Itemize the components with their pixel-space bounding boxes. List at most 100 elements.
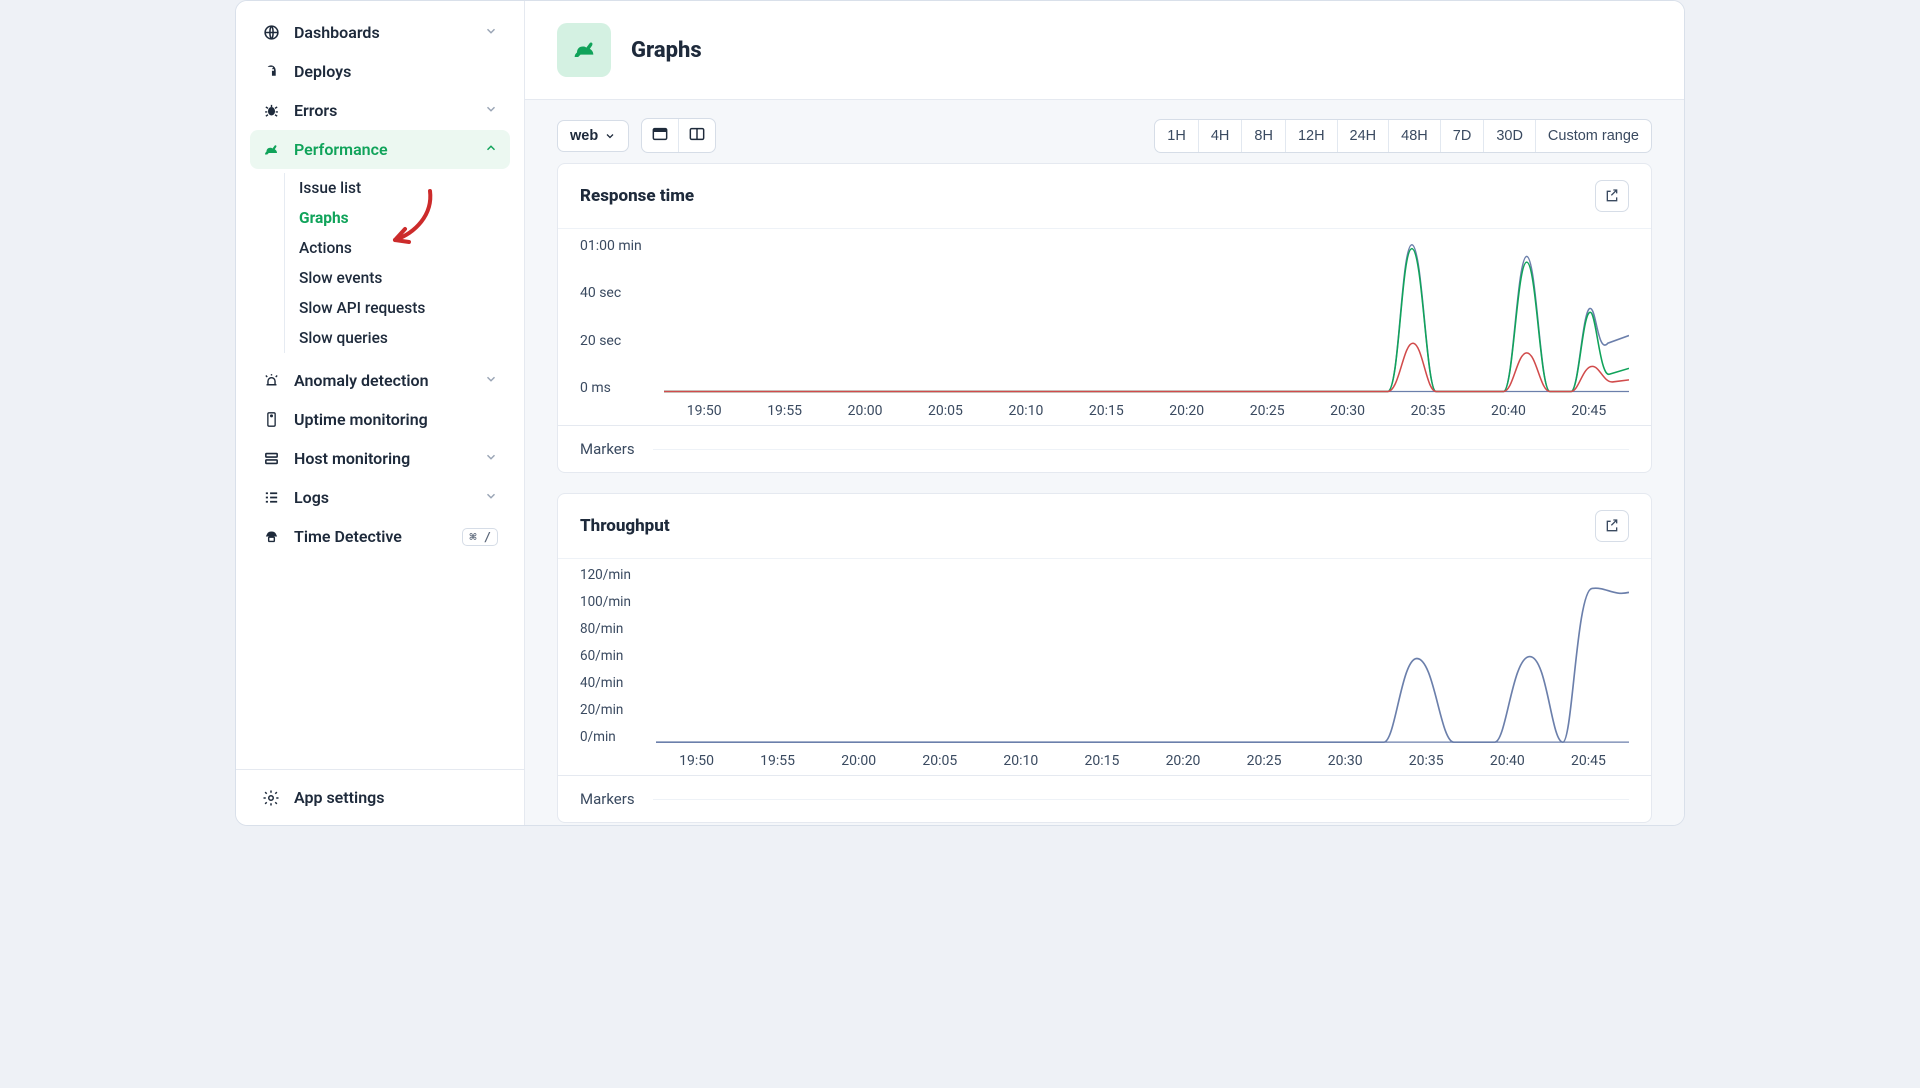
card-title: Response time — [580, 186, 694, 206]
subitem-slow-queries[interactable]: Slow queries — [299, 323, 510, 353]
toolbar: web 1H 4H 8H 12H 24H 48H 7D 30D C — [525, 100, 1684, 163]
sidebar-item-deploys[interactable]: Deploys — [250, 52, 510, 91]
globe-icon — [262, 24, 280, 41]
chevron-down-icon — [484, 101, 498, 120]
sidebar-item-app-settings[interactable]: App settings — [236, 769, 524, 825]
y-tick: 100/min — [580, 596, 656, 610]
chevron-down-icon — [484, 488, 498, 507]
markers-label: Markers — [580, 440, 635, 458]
sidebar-item-time-detective[interactable]: Time Detective ⌘ / — [250, 517, 510, 556]
chevron-down-icon — [484, 371, 498, 390]
sidebar-item-uptime-monitoring[interactable]: Uptime monitoring — [250, 400, 510, 439]
x-axis: 19:50 19:55 20:00 20:05 20:10 20:15 20:2… — [580, 403, 1629, 419]
y-tick: 0 ms — [580, 381, 664, 395]
x-tick: 20:30 — [1307, 403, 1387, 419]
chart-body: 120/min 100/min 80/min 60/min 40/min 20/… — [558, 559, 1651, 775]
sidebar-item-label: Deploys — [294, 62, 351, 81]
time-range-48h[interactable]: 48H — [1388, 120, 1440, 152]
export-button[interactable] — [1595, 510, 1629, 542]
chevron-down-icon — [604, 130, 616, 142]
sidebar-item-label: Performance — [294, 140, 388, 159]
x-tick: 20:05 — [899, 753, 980, 769]
x-tick: 20:45 — [1549, 403, 1629, 419]
x-tick: 20:20 — [1147, 403, 1227, 419]
y-tick: 0/min — [580, 731, 656, 745]
sidebar-nav: Dashboards Deploys Errors — [236, 1, 524, 769]
y-tick: 40/min — [580, 677, 656, 691]
x-tick: 20:10 — [986, 403, 1066, 419]
stack-icon — [262, 450, 280, 467]
time-range-30d[interactable]: 30D — [1483, 120, 1535, 152]
layout-toggle — [641, 118, 716, 153]
layout-split-button[interactable] — [678, 119, 715, 152]
subitem-graphs[interactable]: Graphs — [299, 203, 510, 233]
scope-selector[interactable]: web — [557, 120, 629, 152]
x-tick: 20:00 — [818, 753, 899, 769]
keyboard-shortcut: ⌘ / — [462, 528, 498, 546]
export-icon — [1604, 518, 1620, 534]
time-range-selector: 1H 4H 8H 12H 24H 48H 7D 30D Custom range — [1154, 119, 1652, 153]
rabbit-icon — [262, 141, 280, 159]
y-tick: 20 sec — [580, 334, 664, 348]
card-header: Throughput — [558, 494, 1651, 559]
x-tick: 20:15 — [1061, 753, 1142, 769]
export-button[interactable] — [1595, 180, 1629, 212]
card-response-time: Response time 01:00 min 40 sec 20 sec 0 … — [557, 163, 1652, 473]
sidebar-item-label: Host monitoring — [294, 449, 410, 468]
chart-plot[interactable] — [664, 239, 1629, 395]
y-tick: 60/min — [580, 650, 656, 664]
chevron-down-icon — [484, 23, 498, 42]
app-frame: Dashboards Deploys Errors — [235, 0, 1685, 826]
x-tick: 20:35 — [1388, 403, 1468, 419]
chart-plot[interactable] — [656, 569, 1629, 745]
x-tick: 20:15 — [1066, 403, 1146, 419]
page-header: Graphs — [525, 1, 1684, 100]
sidebar-item-dashboards[interactable]: Dashboards — [250, 13, 510, 52]
time-range-12h[interactable]: 12H — [1285, 120, 1337, 152]
card-footer: Markers — [558, 775, 1651, 822]
rocket-icon — [262, 64, 280, 80]
sidebar-item-anomaly-detection[interactable]: Anomaly detection — [250, 361, 510, 400]
chart-body: 01:00 min 40 sec 20 sec 0 ms — [558, 229, 1651, 425]
subitem-slow-api-requests[interactable]: Slow API requests — [299, 293, 510, 323]
x-tick: 19:50 — [656, 753, 737, 769]
time-range-7d[interactable]: 7D — [1440, 120, 1484, 152]
sidebar-item-logs[interactable]: Logs — [250, 478, 510, 517]
time-range-1h[interactable]: 1H — [1155, 120, 1198, 152]
x-tick: 20:10 — [980, 753, 1061, 769]
x-tick: 20:30 — [1305, 753, 1386, 769]
card-throughput: Throughput 120/min 100/min 80/min 60/min… — [557, 493, 1652, 823]
subitem-actions[interactable]: Actions — [299, 233, 510, 263]
main-content: Graphs web 1H 4H 8H 12H 24H 48H — [525, 1, 1684, 825]
layout-split-icon — [689, 127, 705, 141]
card-title: Throughput — [580, 516, 670, 536]
x-tick: 20:05 — [905, 403, 985, 419]
y-tick: 40 sec — [580, 286, 664, 300]
time-range-custom[interactable]: Custom range — [1535, 120, 1651, 152]
app-settings-label: App settings — [294, 788, 384, 807]
sidebar-item-label: Errors — [294, 101, 337, 120]
y-axis: 120/min 100/min 80/min 60/min 40/min 20/… — [580, 569, 656, 745]
x-tick: 19:55 — [744, 403, 824, 419]
x-tick: 20:25 — [1224, 753, 1305, 769]
time-range-24h[interactable]: 24H — [1337, 120, 1389, 152]
sidebar-item-performance[interactable]: Performance — [250, 130, 510, 169]
y-tick: 01:00 min — [580, 239, 664, 253]
page-icon-rabbit — [557, 23, 611, 77]
sidebar-item-label: Logs — [294, 488, 329, 507]
layout-single-icon — [652, 127, 668, 141]
performance-submenu: Issue list Graphs Actions Slow events Sl… — [284, 173, 510, 353]
sidebar-item-label: Uptime monitoring — [294, 410, 428, 429]
time-range-8h[interactable]: 8H — [1241, 120, 1285, 152]
subitem-issue-list[interactable]: Issue list — [299, 173, 510, 203]
time-range-4h[interactable]: 4H — [1198, 120, 1242, 152]
sidebar-item-errors[interactable]: Errors — [250, 91, 510, 130]
layout-single-button[interactable] — [642, 119, 678, 152]
charts-area: Response time 01:00 min 40 sec 20 sec 0 … — [525, 163, 1684, 825]
siren-icon — [262, 372, 280, 389]
sidebar-item-host-monitoring[interactable]: Host monitoring — [250, 439, 510, 478]
page-title: Graphs — [631, 38, 702, 63]
markers-track — [653, 449, 1629, 450]
x-tick: 19:50 — [664, 403, 744, 419]
subitem-slow-events[interactable]: Slow events — [299, 263, 510, 293]
